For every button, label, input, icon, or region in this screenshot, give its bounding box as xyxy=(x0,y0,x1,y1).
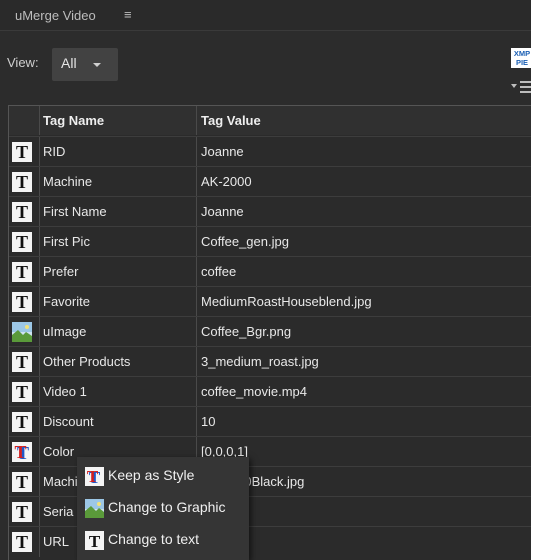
text-icon: T xyxy=(12,292,32,312)
text-type-icon[interactable]: T xyxy=(9,287,39,317)
icon-column-header xyxy=(9,106,39,135)
text-icon: T xyxy=(12,382,32,402)
tag-name-column-header[interactable]: Tag Name xyxy=(39,106,196,135)
style-icon: TT xyxy=(12,442,32,463)
tag-name-cell: Machine xyxy=(39,167,196,197)
tag-name-cell: uImage xyxy=(39,317,196,347)
tag-value-cell[interactable]: AK-2000 xyxy=(196,167,531,197)
menu-item-label: Keep as Style xyxy=(108,467,195,483)
tag-value-cell[interactable]: Coffee_Bgr.png xyxy=(196,317,531,347)
graphic-icon xyxy=(12,322,32,342)
text-type-icon[interactable]: T xyxy=(9,527,39,557)
menu-item-label: Change to Graphic xyxy=(108,499,226,515)
tag-value-cell[interactable]: Joanne xyxy=(196,137,531,167)
text-icon: T xyxy=(12,502,32,522)
panel-flyout-menu-icon[interactable] xyxy=(510,80,531,94)
menu-item-change-to-text[interactable]: T Change to text xyxy=(77,526,249,555)
text-type-icon[interactable]: T xyxy=(9,197,39,227)
table-row[interactable]: T Prefer coffee xyxy=(9,257,531,287)
text-type-icon[interactable]: T xyxy=(9,347,39,377)
table-row[interactable]: T Favorite MediumRoastHouseblend.jpg xyxy=(9,287,531,317)
svg-text:T: T xyxy=(87,467,99,486)
panel-title: uMerge Video xyxy=(15,8,96,23)
graphic-icon xyxy=(85,499,104,518)
text-type-icon[interactable]: T xyxy=(9,137,39,167)
text-type-icon[interactable]: T xyxy=(9,467,39,497)
tag-name-cell: First Name xyxy=(39,197,196,227)
tag-name-cell: Video 1 xyxy=(39,377,196,407)
text-type-icon[interactable]: T xyxy=(9,497,39,527)
xmp-logo-text-top: XMP xyxy=(514,49,530,58)
table-row[interactable]: T Video 1 coffee_movie.mp4 xyxy=(9,377,531,407)
view-dropdown-value: All xyxy=(61,55,77,71)
text-icon: T xyxy=(12,232,32,252)
text-icon: T xyxy=(12,352,32,372)
table-row[interactable]: T Discount 10 xyxy=(9,407,531,437)
style-icon: T T xyxy=(85,467,104,487)
tag-name-cell: Discount xyxy=(39,407,196,437)
menu-item-keep-as-style[interactable]: T T Keep as Style xyxy=(77,462,249,491)
table-row[interactable]: T First Pic Coffee_gen.jpg xyxy=(9,227,531,257)
svg-text:T: T xyxy=(14,442,26,462)
text-icon: T xyxy=(12,142,32,162)
text-icon: T xyxy=(12,262,32,282)
text-icon: T xyxy=(12,412,32,432)
chevron-down-icon xyxy=(93,63,101,67)
view-dropdown[interactable]: All xyxy=(52,48,118,81)
context-menu: T T Keep as Style Change to Graphic T Ch… xyxy=(77,457,249,560)
graphic-type-icon[interactable] xyxy=(9,317,39,347)
tag-name-cell: Prefer xyxy=(39,257,196,287)
tag-value-cell[interactable]: Coffee_gen.jpg xyxy=(196,227,531,257)
text-icon: T xyxy=(12,472,32,492)
tag-value-cell[interactable]: 10 xyxy=(196,407,531,437)
text-type-icon[interactable]: T xyxy=(9,377,39,407)
tag-value-cell[interactable]: Joanne xyxy=(196,197,531,227)
table-row[interactable]: uImage Coffee_Bgr.png xyxy=(9,317,531,347)
tag-value-cell[interactable]: MediumRoastHouseblend.jpg xyxy=(196,287,531,317)
text-type-icon[interactable]: T xyxy=(9,167,39,197)
svg-text:T: T xyxy=(89,532,101,550)
tag-value-cell[interactable]: coffee_movie.mp4 xyxy=(196,377,531,407)
text-icon: T xyxy=(12,202,32,222)
text-icon: T xyxy=(12,172,32,192)
table-header-row: Tag Name Tag Value xyxy=(9,106,531,135)
menu-item-label: Change to text xyxy=(108,531,200,547)
text-type-icon[interactable]: T xyxy=(9,257,39,287)
tag-value-cell[interactable]: 3_medium_roast.jpg xyxy=(196,347,531,377)
tag-value-column-header[interactable]: Tag Value xyxy=(196,106,531,135)
text-icon: T xyxy=(12,532,32,552)
text-icon: T xyxy=(85,531,104,551)
tag-name-cell: First Pic xyxy=(39,227,196,257)
tag-name-cell: RID xyxy=(39,137,196,167)
tag-name-cell: Other Products xyxy=(39,347,196,377)
xmp-pie-logo-icon[interactable]: XMP PIE xyxy=(511,48,531,68)
table-row[interactable]: T Other Products 3_medium_roast.jpg xyxy=(9,347,531,377)
table-row[interactable]: T RID Joanne xyxy=(9,137,531,167)
menu-item-change-to-graphic[interactable]: Change to Graphic xyxy=(77,494,249,523)
tag-name-cell: Favorite xyxy=(39,287,196,317)
panel-title-bar: uMerge Video ≡ xyxy=(0,0,531,31)
view-label: View: xyxy=(7,55,39,70)
text-type-icon[interactable]: T xyxy=(9,407,39,437)
tag-value-cell[interactable]: coffee xyxy=(196,257,531,287)
table-row[interactable]: T First Name Joanne xyxy=(9,197,531,227)
text-type-icon[interactable]: T xyxy=(9,227,39,257)
style-type-icon[interactable]: TT xyxy=(9,437,39,467)
table-row[interactable]: T Machine AK-2000 xyxy=(9,167,531,197)
panel-menu-hamburger-icon[interactable]: ≡ xyxy=(124,7,132,22)
xmp-logo-text-bottom: PIE xyxy=(516,58,528,67)
